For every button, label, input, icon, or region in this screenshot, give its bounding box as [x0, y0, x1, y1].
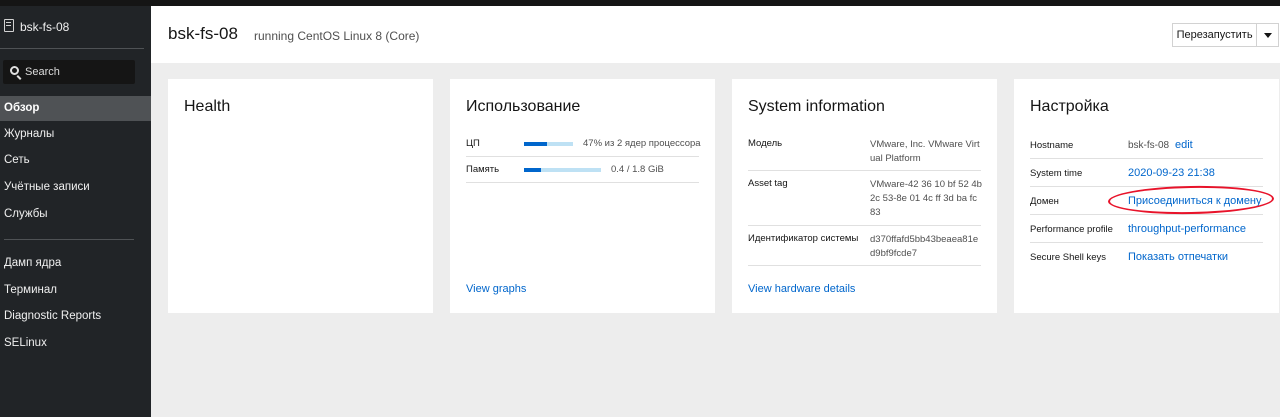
- restart-split-button: Перезапустить: [1172, 23, 1279, 47]
- sidebar-item-overview[interactable]: Обзор: [0, 96, 151, 121]
- health-card: Health: [168, 79, 433, 313]
- sidebar-item-diagnostic-reports[interactable]: Diagnostic Reports: [0, 304, 151, 329]
- cpu-usage-row: ЦП 47% из 2 ядер процессора: [466, 131, 701, 157]
- sidebar-item-accounts[interactable]: Учётные записи: [0, 175, 151, 200]
- model-value: VMware, Inc. VMware Virtual Platform: [870, 139, 980, 164]
- divider: [0, 48, 144, 49]
- system-time-row: System time 2020-09-23 21:38: [1030, 159, 1263, 187]
- sidebar-item-kdump[interactable]: Дамп ядра: [0, 251, 151, 276]
- hostname-edit-link[interactable]: edit: [1175, 139, 1193, 151]
- server-icon: [4, 19, 14, 32]
- memory-usage-value: 0.4 / 1.8 GiB: [611, 164, 664, 175]
- system-time-link[interactable]: 2020-09-23 21:38: [1128, 167, 1215, 179]
- system-time-label: System time: [1030, 168, 1083, 179]
- sidebar-item-terminal[interactable]: Терминал: [0, 278, 151, 303]
- hostname-row: Hostname bsk-fs-08 edit: [1030, 131, 1263, 159]
- caret-down-icon: [1264, 33, 1273, 38]
- restart-menu-toggle[interactable]: [1257, 24, 1278, 46]
- memory-usage-row: Память 0.4 / 1.8 GiB: [466, 157, 699, 183]
- performance-profile-row: Performance profile throughput-performan…: [1030, 215, 1263, 243]
- sidebar-item-logs[interactable]: Журналы: [0, 122, 151, 147]
- domain-label: Домен: [1030, 196, 1059, 207]
- card-title: Использование: [466, 98, 581, 115]
- model-row: Модель VMware, Inc. VMware Virtual Platf…: [748, 131, 981, 171]
- hostname-label: Hostname: [1030, 140, 1074, 151]
- system-id-row: Идентификатор системы d370ffafd5bb43beae…: [748, 226, 981, 266]
- model-label: Модель: [748, 138, 783, 149]
- divider: [4, 239, 134, 240]
- ssh-keys-label: Secure Shell keys: [1030, 252, 1107, 263]
- cpu-progress-bar: [524, 142, 573, 146]
- asset-tag-label: Asset tag: [748, 178, 788, 189]
- page-title: bsk-fs-08: [168, 24, 238, 43]
- ssh-keys-row: Secure Shell keys Показать отпечатки: [1030, 243, 1263, 271]
- card-title: Настройка: [1030, 98, 1109, 115]
- search-icon: [10, 66, 19, 75]
- sidebar-item-network[interactable]: Сеть: [0, 148, 151, 173]
- system-info-card: System information Модель VMware, Inc. V…: [732, 79, 997, 313]
- cpu-usage-value: 47% из 2 ядер процессора: [583, 138, 701, 149]
- asset-tag-value: VMware-42 36 10 bf 52 4b 2c 53-8e 01 4c …: [870, 179, 982, 218]
- page-header: bsk-fs-08 running CentOS Linux 8 (Core) …: [151, 6, 1280, 63]
- restart-button[interactable]: Перезапустить: [1173, 24, 1258, 46]
- search-box[interactable]: [3, 60, 135, 84]
- usage-card: Использование ЦП 47% из 2 ядер процессор…: [450, 79, 715, 313]
- sidebar-item-selinux[interactable]: SELinux: [0, 331, 151, 356]
- cpu-label: ЦП: [466, 138, 480, 149]
- memory-progress-fill: [524, 168, 541, 172]
- asset-tag-row: Asset tag VMware-42 36 10 bf 52 4b 2c 53…: [748, 171, 982, 226]
- view-hardware-details-link[interactable]: View hardware details: [748, 283, 855, 295]
- cpu-progress-fill: [524, 142, 548, 146]
- os-subtitle: running CentOS Linux 8 (Core): [254, 29, 420, 43]
- sidebar: bsk-fs-08 Обзор Журналы Сеть Учётные зап…: [0, 6, 151, 417]
- view-graphs-link[interactable]: View graphs: [466, 283, 526, 295]
- system-id-value: d370ffafd5bb43beaea81ed9bf9fcde7: [870, 234, 979, 259]
- card-title: Health: [184, 98, 231, 115]
- host-switcher[interactable]: bsk-fs-08: [0, 6, 151, 48]
- hostname-value: bsk-fs-08: [1128, 140, 1170, 151]
- performance-profile-link[interactable]: throughput-performance: [1128, 223, 1246, 235]
- sidebar-item-services[interactable]: Службы: [0, 202, 151, 227]
- show-fingerprints-link[interactable]: Показать отпечатки: [1128, 251, 1228, 263]
- system-id-label: Идентификатор системы: [748, 233, 859, 244]
- card-title: System information: [748, 98, 885, 115]
- search-input[interactable]: [25, 64, 130, 80]
- performance-profile-label: Performance profile: [1030, 224, 1113, 235]
- memory-label: Память: [466, 164, 500, 175]
- host-label: bsk-fs-08: [20, 20, 70, 34]
- memory-progress-bar: [524, 168, 601, 172]
